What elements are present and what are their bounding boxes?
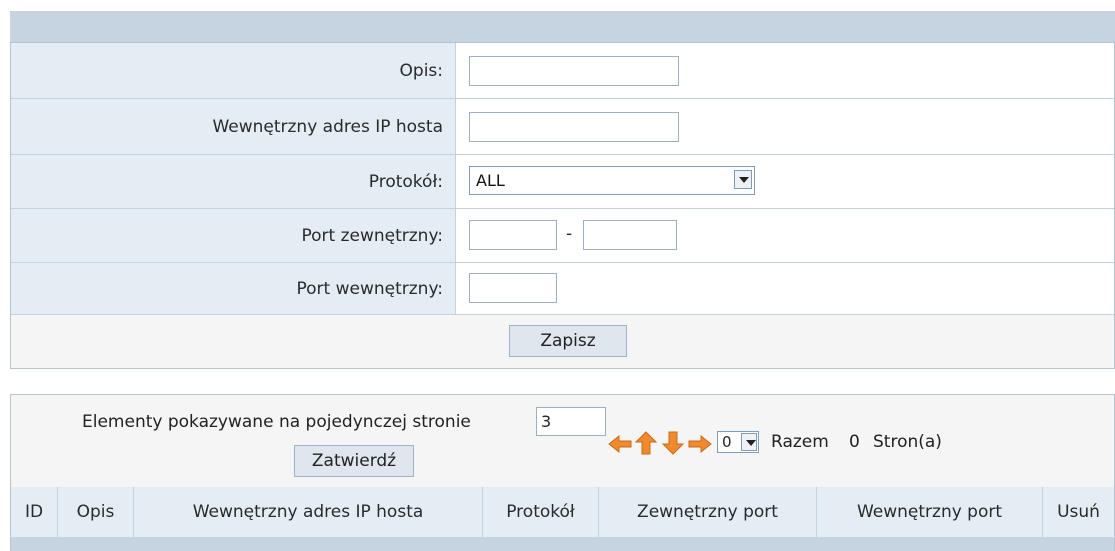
external-port-label-cell: Port zewnętrzny:: [11, 209, 456, 263]
page-select[interactable]: 0: [717, 431, 759, 453]
host-ip-label-cell: Wewnętrzny adres IP hosta: [11, 99, 456, 155]
internal-port-label-cell: Port wewnętrzny:: [11, 263, 456, 315]
confirm-button[interactable]: Zatwierdź: [294, 445, 414, 477]
port-forward-form: Opis: Wewnętrzny adres IP hosta Protokół…: [10, 42, 1115, 369]
internal-port-input[interactable]: [469, 273, 557, 303]
column-header-description: Opis: [58, 487, 134, 537]
chevron-down-icon[interactable]: [741, 433, 757, 451]
column-header-delete: Usuń: [1057, 502, 1100, 522]
rules-list: Elementy pokazywane na pojedynczej stron…: [10, 394, 1115, 551]
column-header-internal-port: Wewnętrzny port: [817, 487, 1043, 537]
per-page-label: Elementy pokazywane na pojedynczej stron…: [82, 412, 471, 432]
description-label: Opis:: [399, 60, 443, 81]
description-label-cell: Opis:: [11, 43, 456, 99]
table-footer-bar: [11, 537, 1114, 551]
protocol-select[interactable]: ALL: [469, 166, 755, 195]
total-label: Razem: [771, 432, 829, 452]
save-row: Zapisz: [11, 315, 1114, 368]
external-port-label: Port zewnętrzny:: [301, 225, 443, 246]
external-port-value-cell: -: [456, 209, 1114, 263]
column-header-external-port: Zewnętrzny port: [599, 487, 817, 537]
external-port-separator: -: [566, 224, 573, 244]
previous-page-icon[interactable]: [634, 430, 658, 456]
table-header: ID Opis Wewnętrzny adres IP hosta Protok…: [11, 487, 1114, 538]
external-port-to-input[interactable]: [583, 220, 677, 250]
host-ip-value-cell: [456, 99, 1114, 155]
protocol-selected-value: ALL: [476, 171, 505, 190]
protocol-label: Protokół:: [368, 171, 443, 192]
protocol-label-cell: Protokół:: [11, 155, 456, 209]
first-page-icon[interactable]: [607, 433, 633, 455]
per-page-input[interactable]: [536, 407, 606, 436]
chevron-down-icon[interactable]: [734, 170, 752, 189]
total-value: 0: [849, 432, 860, 452]
form-header-bar: [10, 11, 1115, 42]
external-port-from-input[interactable]: [469, 220, 557, 250]
list-toolbar: Elementy pokazywane na pojedynczej stron…: [11, 395, 1114, 488]
protocol-value-cell: ALL: [456, 155, 1114, 209]
description-input[interactable]: [469, 56, 679, 86]
next-page-icon[interactable]: [661, 430, 685, 456]
host-ip-label: Wewnętrzny adres IP hosta: [212, 116, 443, 137]
internal-port-label: Port wewnętrzny:: [296, 278, 443, 299]
page-select-value: 0: [722, 433, 732, 451]
description-value-cell: [456, 43, 1114, 99]
column-header-host-ip: Wewnętrzny adres IP hosta: [134, 487, 483, 537]
host-ip-input[interactable]: [469, 112, 679, 142]
column-header-id: ID: [11, 487, 58, 537]
column-header-protocol: Protokół: [483, 487, 599, 537]
save-button[interactable]: Zapisz: [509, 325, 627, 357]
internal-port-value-cell: [456, 263, 1114, 315]
pages-label: Stron(a): [873, 432, 942, 452]
last-page-icon[interactable]: [687, 433, 713, 455]
